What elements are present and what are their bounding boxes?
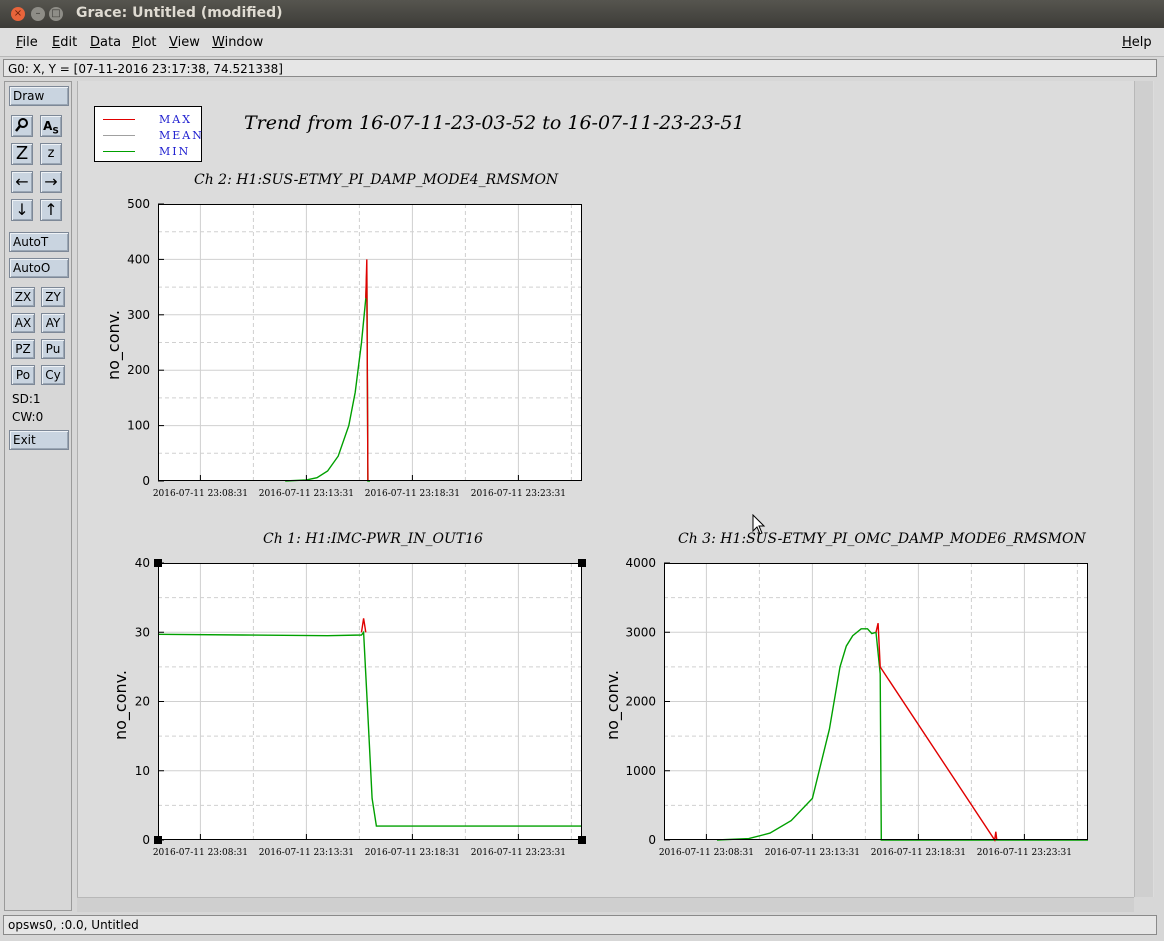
legend-item-min: MIN — [103, 145, 199, 159]
close-icon[interactable]: × — [11, 7, 25, 21]
pu-button[interactable]: Pu — [41, 339, 65, 359]
ay-button[interactable]: AY — [41, 313, 65, 333]
selection-handle[interactable] — [578, 836, 586, 844]
menu-plot[interactable]: Plot — [132, 35, 157, 50]
x-tick-label: 2016-07-11 23:23:31 — [471, 489, 566, 499]
exit-button[interactable]: Exit — [9, 430, 69, 450]
selection-handle[interactable] — [578, 559, 586, 567]
y-tick-label: 2000 — [625, 695, 656, 709]
chart-title-ch1: Ch 1: H1:IMC-PWR_IN_OUT16 — [263, 531, 483, 547]
menu-window[interactable]: Window — [212, 35, 263, 50]
plot-ch3[interactable]: 0 1000 2000 3000 4000 2016-07-11 23:08:31 2016… — [625, 556, 1088, 858]
chart-title-ch2: Ch 2: H1:SUS-ETMY_PI_DAMP_MODE4_RMSMON — [194, 172, 559, 188]
chart-title-ch3: Ch 3: H1:SUS-ETMY_PI_OMC_DAMP_MODE6_RMSM… — [678, 531, 1086, 547]
pz-button[interactable]: PZ — [11, 339, 35, 359]
x-tick-label: 2016-07-11 23:08:31 — [659, 848, 754, 858]
y-tick-label: 200 — [127, 363, 150, 377]
y-tick-label: 0 — [142, 474, 150, 488]
menu-edit[interactable]: Edit — [52, 35, 77, 50]
ylabel-ch3: no_conv. — [603, 670, 622, 740]
y-tick-label: 400 — [127, 252, 150, 266]
maximize-icon[interactable]: □ — [49, 7, 63, 21]
y-tick-label: 1000 — [625, 764, 656, 778]
zoom-icon[interactable] — [11, 115, 33, 137]
x-tick-label: 2016-07-11 23:08:31 — [153, 848, 248, 858]
sd-label: SD:1 — [12, 392, 41, 406]
tool-panel: Draw AS Z z ← → ↓ ↑ AutoT AutoO ZX ZY AX… — [4, 81, 72, 911]
mouse-cursor-icon — [752, 514, 766, 535]
x-tick-label: 2016-07-11 23:13:31 — [259, 489, 354, 499]
menu-file[interactable]: File — [16, 35, 38, 50]
draw-button[interactable]: Draw — [9, 86, 69, 106]
scroll-left-icon[interactable]: ← — [11, 171, 33, 193]
menu-view[interactable]: View — [169, 35, 200, 50]
po-button[interactable]: Po — [11, 365, 35, 385]
legend-swatch-max — [103, 119, 135, 120]
x-tick-label: 2016-07-11 23:18:31 — [871, 848, 966, 858]
cy-button[interactable]: Cy — [41, 365, 65, 385]
y-tick-label: 500 — [127, 197, 150, 211]
y-tick-label: 100 — [127, 419, 150, 433]
ylabel-ch2: no_conv. — [104, 310, 123, 380]
legend: MAX MEAN MIN — [94, 106, 202, 162]
plot-ch1[interactable]: 0 10 20 30 40 2016-07-11 23:08:31 2016-07-11 2… — [135, 556, 586, 858]
legend-item-max: MAX — [103, 113, 199, 127]
menu-data[interactable]: Data — [90, 35, 121, 50]
y-tick-label: 20 — [135, 695, 150, 709]
zx-button[interactable]: ZX — [11, 287, 35, 307]
x-tick-label: 2016-07-11 23:08:31 — [153, 489, 248, 499]
autoscale-text-icon[interactable]: AS — [40, 115, 62, 137]
vertical-scrollbar[interactable] — [1134, 81, 1153, 897]
plot-ch2[interactable]: 0 100 200 300 400 500 2016-07-11 23:08:31 2016-… — [127, 197, 582, 499]
x-tick-label: 2016-07-11 23:18:31 — [365, 848, 460, 858]
legend-item-mean: MEAN — [103, 129, 202, 143]
chart-svg-2: 0 1000 2000 3000 4000 2016-07-11 23:08:31 2016… — [625, 556, 1088, 858]
scroll-right-icon[interactable]: → — [40, 171, 62, 193]
selection-handle[interactable] — [154, 559, 162, 567]
x-tick-label: 2016-07-11 23:23:31 — [471, 848, 566, 858]
y-tick-label: 0 — [142, 833, 150, 847]
ax-button[interactable]: AX — [11, 313, 35, 333]
trend-title: Trend from 16-07-11-23-03-52 to 16-07-11… — [244, 112, 745, 134]
y-tick-label: 30 — [135, 625, 150, 639]
y-tick-label: 3000 — [625, 625, 656, 639]
y-tick-label: 4000 — [625, 556, 656, 570]
legend-swatch-min — [103, 151, 135, 152]
coordinate-readout: G0: X, Y = [07-11-2016 23:17:38, 74.5213… — [3, 59, 1157, 77]
x-tick-label: 2016-07-11 23:13:31 — [259, 848, 354, 858]
minimize-icon[interactable]: – — [31, 7, 45, 21]
chart-svg-0: 0 100 200 300 400 500 2016-07-11 23:08:31 2016-… — [127, 197, 582, 499]
legend-swatch-mean — [103, 135, 135, 136]
zoom-in-icon[interactable]: Z — [11, 143, 33, 165]
zy-button[interactable]: ZY — [41, 287, 65, 307]
autot-button[interactable]: AutoT — [9, 232, 69, 252]
menu-bar: File Edit Data Plot View Window Help — [0, 28, 1164, 57]
legend-label-max: MAX — [159, 113, 193, 126]
y-tick-label: 0 — [648, 833, 656, 847]
status-bar: opsws0, :0.0, Untitled — [3, 915, 1157, 935]
x-tick-label: 2016-07-11 23:18:31 — [365, 489, 460, 499]
ylabel-ch1: no_conv. — [111, 670, 130, 740]
y-tick-label: 10 — [135, 764, 150, 778]
chart-svg-1: 0 10 20 30 40 2016-07-11 23:08:31 2016-07-11 2… — [135, 556, 586, 858]
autoo-button[interactable]: AutoO — [9, 258, 69, 278]
horizontal-scrollbar[interactable] — [77, 897, 1134, 912]
cw-label: CW:0 — [12, 410, 44, 424]
menu-help[interactable]: Help — [1122, 35, 1152, 50]
selection-handle[interactable] — [154, 836, 162, 844]
legend-label-mean: MEAN — [159, 129, 204, 142]
y-tick-label: 40 — [135, 556, 150, 570]
scroll-down-icon[interactable]: ↓ — [11, 199, 33, 221]
legend-label-min: MIN — [159, 145, 191, 158]
scroll-up-icon[interactable]: ↑ — [40, 199, 62, 221]
zoom-out-icon[interactable]: z — [40, 143, 62, 165]
y-tick-label: 300 — [127, 308, 150, 322]
window-title-bar: × – □ Grace: Untitled (modified) — [0, 0, 1164, 28]
x-tick-label: 2016-07-11 23:13:31 — [765, 848, 860, 858]
window-title: Grace: Untitled (modified) — [76, 5, 283, 21]
x-tick-label: 2016-07-11 23:23:31 — [977, 848, 1072, 858]
